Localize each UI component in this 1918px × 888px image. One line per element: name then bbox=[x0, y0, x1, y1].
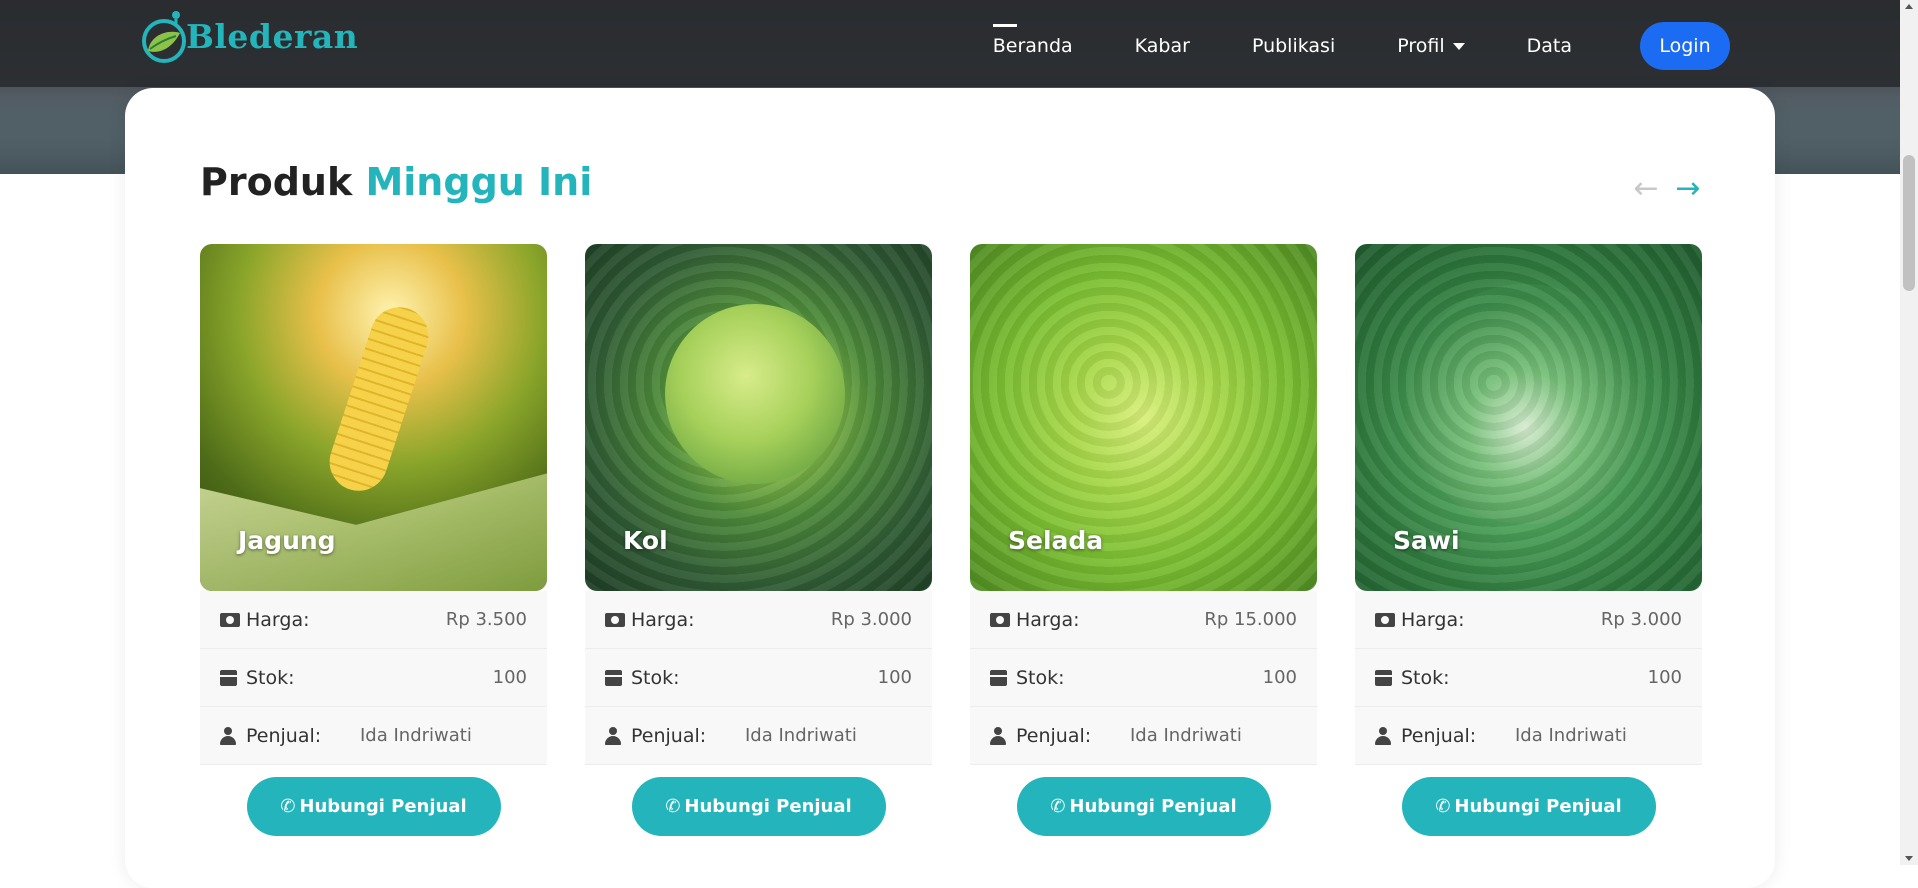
phone-icon: ✆ bbox=[1050, 796, 1066, 817]
user-icon bbox=[605, 726, 625, 745]
product-card: Sawi Harga: Rp 3.000 Stok: 100 Penjual: … bbox=[1355, 244, 1702, 836]
seller-value: Ida Indriwati bbox=[1515, 725, 1627, 746]
price-label: Harga: bbox=[631, 608, 695, 631]
contact-seller-button[interactable]: ✆ Hubungi Penjual bbox=[1016, 777, 1271, 836]
cabbage-head-shape bbox=[665, 304, 845, 484]
brand-name: Blederan bbox=[186, 16, 359, 56]
nav-item-kabar[interactable]: Kabar bbox=[1135, 26, 1190, 66]
product-card: Jagung Harga: Rp 3.500 Stok: 100 Penjual… bbox=[200, 244, 547, 836]
seller-label: Penjual: bbox=[631, 724, 707, 747]
login-button[interactable]: Login bbox=[1640, 22, 1730, 70]
product-name: Jagung bbox=[238, 526, 336, 555]
corn-cob-shape bbox=[322, 299, 436, 499]
brand-logo[interactable]: Blederan bbox=[140, 6, 358, 66]
money-icon bbox=[220, 612, 240, 627]
stock-label: Stok: bbox=[246, 666, 295, 689]
phone-icon: ✆ bbox=[280, 796, 296, 817]
box-icon bbox=[220, 669, 240, 686]
price-row: Harga: Rp 3.500 bbox=[200, 591, 547, 649]
product-card: Selada Harga: Rp 15.000 Stok: 100 Penjua… bbox=[970, 244, 1317, 836]
page-scrollbar[interactable] bbox=[1900, 0, 1918, 865]
section-title: Produk Minggu Ini bbox=[200, 160, 592, 204]
seller-row: Penjual: Ida Indriwati bbox=[200, 707, 547, 765]
box-icon bbox=[1375, 669, 1395, 686]
nav-item-profil[interactable]: Profil bbox=[1397, 26, 1465, 66]
contact-seller-button[interactable]: ✆ Hubungi Penjual bbox=[631, 777, 886, 836]
price-label: Harga: bbox=[1016, 608, 1080, 631]
stock-value: 100 bbox=[1647, 667, 1682, 688]
contact-seller-button[interactable]: ✆ Hubungi Penjual bbox=[1401, 777, 1656, 836]
price-value: Rp 15.000 bbox=[1204, 609, 1297, 630]
seller-label: Penjual: bbox=[246, 724, 322, 747]
user-icon bbox=[990, 726, 1010, 745]
cabbage-image[interactable]: Kol bbox=[585, 244, 932, 591]
scroll-up-icon[interactable] bbox=[1905, 4, 1913, 9]
section-title-accent: Minggu Ini bbox=[365, 160, 593, 204]
contact-seller-label: Hubungi Penjual bbox=[1069, 796, 1237, 817]
product-name: Sawi bbox=[1393, 526, 1460, 555]
stock-value: 100 bbox=[877, 667, 912, 688]
seller-label: Penjual: bbox=[1016, 724, 1092, 747]
user-icon bbox=[1375, 726, 1395, 745]
money-icon bbox=[990, 612, 1010, 627]
scroll-down-icon[interactable] bbox=[1905, 856, 1913, 861]
arrow-right-icon[interactable]: → bbox=[1673, 174, 1703, 204]
seller-value: Ida Indriwati bbox=[745, 725, 857, 746]
price-row: Harga: Rp 15.000 bbox=[970, 591, 1317, 649]
seller-row: Penjual: Ida Indriwati bbox=[1355, 707, 1702, 765]
navbar: Blederan Beranda Kabar Publikasi Profil … bbox=[0, 0, 1900, 87]
price-value: Rp 3.500 bbox=[445, 609, 527, 630]
price-row: Harga: Rp 3.000 bbox=[585, 591, 932, 649]
nav-item-publikasi[interactable]: Publikasi bbox=[1252, 26, 1335, 66]
stock-row: Stok: 100 bbox=[1355, 649, 1702, 707]
price-value: Rp 3.000 bbox=[830, 609, 912, 630]
stock-label: Stok: bbox=[631, 666, 680, 689]
product-name: Kol bbox=[623, 526, 668, 555]
corn-image[interactable]: Jagung bbox=[200, 244, 547, 591]
products-panel: Produk Minggu Ini ← → Jagung Harga: Rp 3… bbox=[125, 88, 1775, 888]
box-icon bbox=[990, 669, 1010, 686]
nav-item-profil-label: Profil bbox=[1397, 35, 1445, 57]
bok-choy-image[interactable]: Sawi bbox=[1355, 244, 1702, 591]
stock-value: 100 bbox=[1262, 667, 1297, 688]
contact-seller-label: Hubungi Penjual bbox=[1454, 796, 1622, 817]
seller-label: Penjual: bbox=[1401, 724, 1477, 747]
caret-down-icon bbox=[1452, 43, 1465, 50]
stock-row: Stok: 100 bbox=[970, 649, 1317, 707]
lettuce-image[interactable]: Selada bbox=[970, 244, 1317, 591]
seller-row: Penjual: Ida Indriwati bbox=[970, 707, 1317, 765]
box-icon bbox=[605, 669, 625, 686]
scrollbar-thumb[interactable] bbox=[1903, 155, 1915, 291]
phone-icon: ✆ bbox=[665, 796, 681, 817]
stock-label: Stok: bbox=[1401, 666, 1450, 689]
nav-item-data[interactable]: Data bbox=[1527, 26, 1572, 66]
contact-seller-label: Hubungi Penjual bbox=[299, 796, 467, 817]
phone-icon: ✆ bbox=[1435, 796, 1451, 817]
contact-seller-button[interactable]: ✆ Hubungi Penjual bbox=[246, 777, 501, 836]
main-nav: Beranda Kabar Publikasi Profil Data Logi… bbox=[931, 22, 1730, 70]
seller-value: Ida Indriwati bbox=[360, 725, 472, 746]
carousel-controls: ← → bbox=[1619, 174, 1703, 204]
product-list: Jagung Harga: Rp 3.500 Stok: 100 Penjual… bbox=[200, 244, 1740, 836]
stock-row: Stok: 100 bbox=[200, 649, 547, 707]
leaf-logo-icon bbox=[140, 7, 190, 65]
stock-row: Stok: 100 bbox=[585, 649, 932, 707]
money-icon bbox=[1375, 612, 1395, 627]
contact-seller-label: Hubungi Penjual bbox=[684, 796, 852, 817]
stock-label: Stok: bbox=[1016, 666, 1065, 689]
product-name: Selada bbox=[1008, 526, 1104, 555]
user-icon bbox=[220, 726, 240, 745]
arrow-left-icon[interactable]: ← bbox=[1631, 174, 1661, 204]
seller-value: Ida Indriwati bbox=[1130, 725, 1242, 746]
product-card: Kol Harga: Rp 3.000 Stok: 100 Penjual: I… bbox=[585, 244, 932, 836]
money-icon bbox=[605, 612, 625, 627]
seller-row: Penjual: Ida Indriwati bbox=[585, 707, 932, 765]
section-title-main: Produk bbox=[200, 160, 353, 204]
price-row: Harga: Rp 3.000 bbox=[1355, 591, 1702, 649]
price-label: Harga: bbox=[246, 608, 310, 631]
stock-value: 100 bbox=[492, 667, 527, 688]
price-label: Harga: bbox=[1401, 608, 1465, 631]
price-value: Rp 3.000 bbox=[1600, 609, 1682, 630]
nav-item-beranda[interactable]: Beranda bbox=[992, 24, 1073, 66]
